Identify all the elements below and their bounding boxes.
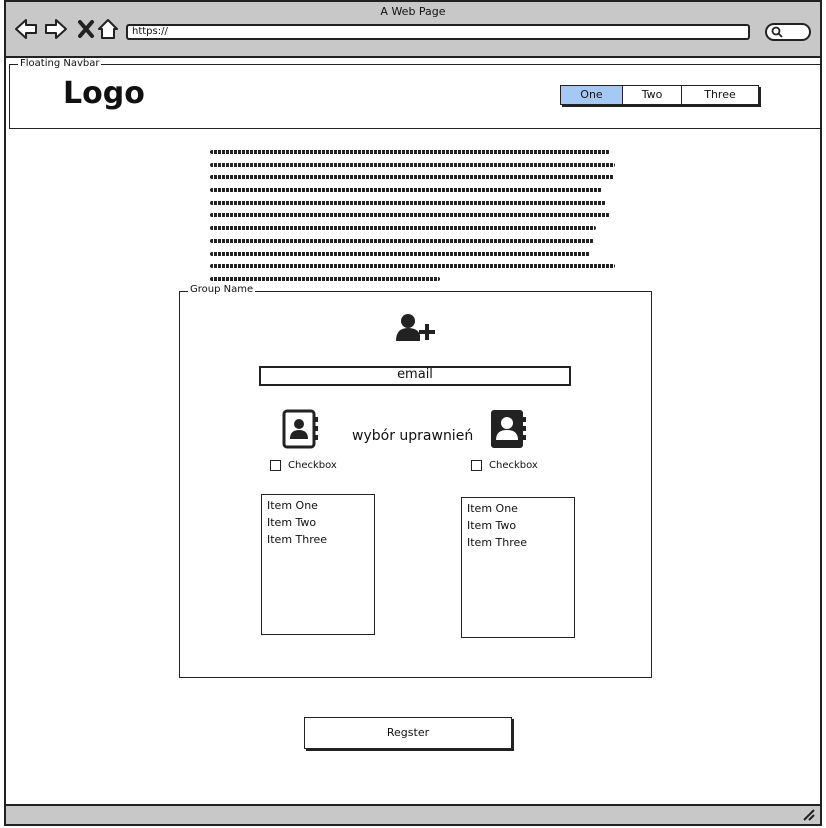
forward-arrow-icon[interactable]	[44, 17, 68, 41]
scribble-line	[210, 188, 602, 193]
resize-grip-icon[interactable]	[802, 808, 816, 822]
back-arrow-icon[interactable]	[14, 17, 38, 41]
register-button[interactable]: Regster	[304, 717, 512, 749]
right-checkbox[interactable]: Checkbox	[471, 460, 538, 471]
home-icon[interactable]	[96, 17, 120, 41]
email-field[interactable]: email	[259, 366, 571, 386]
list-item[interactable]: Item One	[267, 497, 369, 514]
scribble-line	[210, 264, 615, 269]
logo[interactable]: Logo	[63, 76, 145, 111]
left-listbox[interactable]: Item One Item Two Item Three	[261, 494, 375, 635]
checkbox-box[interactable]	[471, 460, 482, 471]
checkbox-box[interactable]	[270, 460, 281, 471]
scribble-line	[210, 175, 614, 180]
browser-search-button[interactable]	[765, 23, 811, 41]
add-user-icon[interactable]	[396, 313, 436, 343]
group-box	[179, 291, 652, 678]
scribble-line	[210, 200, 606, 205]
browser-statusbar	[4, 804, 822, 826]
left-checkbox[interactable]: Checkbox	[270, 460, 337, 471]
scribble-line	[210, 213, 610, 218]
window-title: A Web Page	[380, 5, 446, 18]
tab-three[interactable]: Three	[682, 86, 758, 104]
list-item[interactable]: Item Two	[267, 514, 369, 531]
contact-book-filled-icon[interactable]	[490, 409, 528, 449]
scribble-line	[210, 162, 615, 167]
scribble-line	[210, 150, 610, 154]
contact-book-outline-icon[interactable]	[282, 409, 320, 449]
scribble-line	[210, 276, 440, 281]
close-x-icon[interactable]	[74, 17, 98, 41]
list-item[interactable]: Item One	[467, 500, 569, 517]
right-checkbox-label: Checkbox	[489, 460, 538, 471]
url-bar[interactable]: https://	[126, 24, 750, 40]
scribble-line	[210, 238, 594, 243]
list-item[interactable]: Item Three	[267, 531, 369, 548]
tab-one[interactable]: One	[561, 86, 623, 104]
group-label: Group Name	[188, 284, 256, 296]
placeholder-text-block	[210, 150, 618, 290]
scribble-line	[210, 251, 590, 256]
scribble-line	[210, 226, 596, 231]
tab-bar: One Two Three	[560, 85, 759, 105]
right-listbox[interactable]: Item One Item Two Item Three	[461, 497, 575, 638]
navbar-group-label: Floating Navbar	[18, 58, 102, 70]
permissions-label: wybór uprawnień	[352, 428, 474, 444]
list-item[interactable]: Item Three	[467, 534, 569, 551]
search-icon	[771, 26, 783, 38]
list-item[interactable]: Item Two	[467, 517, 569, 534]
left-checkbox-label: Checkbox	[288, 460, 337, 471]
tab-two[interactable]: Two	[623, 86, 682, 104]
